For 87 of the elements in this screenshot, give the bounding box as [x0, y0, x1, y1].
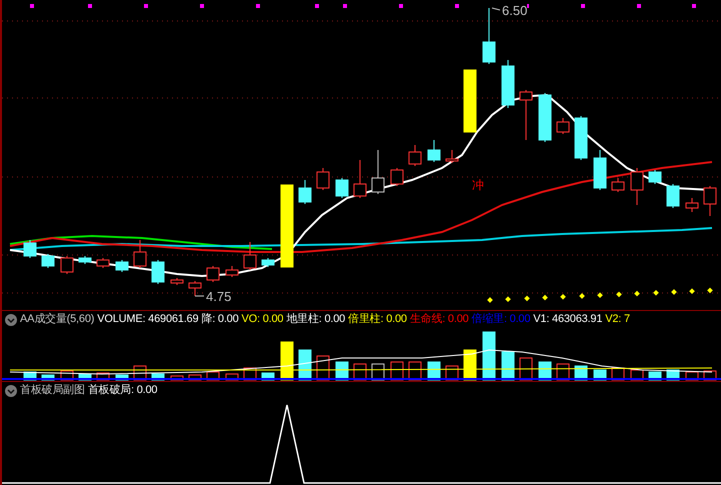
- legend-value: 降: 0.00: [201, 312, 239, 328]
- candle: [316, 168, 330, 190]
- candle: [648, 170, 662, 184]
- candle: [556, 118, 570, 134]
- candle: [390, 168, 404, 186]
- signal-diamond: [524, 296, 530, 302]
- panel-title: AA成交量(5,60): [20, 312, 94, 328]
- legend-value: 生命线: 0.00: [410, 312, 469, 328]
- legend-value: VOLUME: 469061.69: [97, 312, 198, 328]
- candle: [428, 140, 440, 162]
- panel-title: 首板破局副图: [20, 383, 85, 398]
- candle: [686, 198, 698, 212]
- legend-value: 地里柱: 0.00: [286, 312, 346, 328]
- marker-square: [399, 4, 403, 8]
- signal-diamond: [634, 290, 640, 296]
- marker-square: [88, 4, 92, 8]
- candle: [520, 90, 532, 140]
- volume-bar: [42, 374, 54, 380]
- candle: [612, 178, 624, 192]
- signal-diamond: [542, 294, 548, 300]
- marker-square: [343, 4, 347, 8]
- candle: [262, 258, 274, 268]
- candle: [464, 70, 476, 132]
- candle: [336, 178, 348, 198]
- candle: [206, 266, 220, 282]
- marker-square: [144, 4, 148, 8]
- signal-diamond: [487, 297, 493, 303]
- marker-square: [455, 4, 459, 8]
- candle: [134, 240, 146, 268]
- candle: [704, 186, 716, 216]
- candle: [170, 278, 184, 286]
- candle: [354, 160, 366, 198]
- legend-value: V2: 7: [605, 312, 630, 328]
- signal-diamond: [653, 290, 659, 296]
- marker-square: [30, 4, 34, 8]
- marker-square: [581, 4, 585, 8]
- candle: [502, 60, 514, 108]
- collapse-toggle-icon[interactable]: [5, 314, 17, 326]
- candle: [538, 92, 552, 142]
- candle: [446, 150, 458, 164]
- signal-diamond: [505, 296, 511, 302]
- candle: [116, 260, 128, 272]
- low-price-label: 4.75: [206, 290, 232, 303]
- legend-value: V1: 463063.91: [533, 312, 602, 328]
- candle: [408, 144, 422, 166]
- candle: [96, 258, 110, 268]
- candle: [24, 240, 36, 258]
- signal-diamond: [616, 292, 622, 298]
- candle: [152, 260, 164, 284]
- legend-value: 首板破局: 0.00: [88, 383, 158, 398]
- marker-square: [256, 4, 260, 8]
- volume-bar: [116, 374, 128, 380]
- volume-bar: [170, 376, 184, 380]
- candle: [78, 256, 92, 264]
- candle: [226, 266, 238, 278]
- legend-value: VO: 0.00: [242, 312, 284, 328]
- volume-bar: [502, 352, 514, 380]
- candle: [60, 256, 74, 274]
- marker-square: [637, 4, 641, 8]
- marker-square: [692, 4, 696, 8]
- candle: [42, 254, 54, 268]
- candle: [244, 242, 256, 270]
- marker-square: [200, 4, 204, 8]
- signal-diamond: [579, 293, 585, 299]
- signal-diamond: [671, 289, 677, 295]
- candle: [594, 150, 606, 190]
- signal-diamond: [597, 292, 603, 298]
- signal-diamond: [560, 294, 566, 300]
- high-price-label: 6.50: [502, 4, 528, 17]
- candle: [372, 150, 384, 194]
- candle: [630, 168, 644, 206]
- collapse-toggle-icon[interactable]: [5, 384, 17, 396]
- legend-value: 倍里柱: 0.00: [348, 312, 407, 328]
- volume-bar: [280, 342, 294, 380]
- leader-line: [492, 8, 500, 10]
- candle: [574, 116, 588, 160]
- candle: [298, 180, 312, 204]
- candle: [188, 280, 202, 296]
- signal-label: 冲: [472, 179, 484, 191]
- signal-diamond: [689, 288, 695, 294]
- volume-bar: [482, 332, 496, 380]
- candle: [482, 8, 496, 64]
- volume-bar: [188, 374, 202, 380]
- signal-diamond: [707, 288, 713, 294]
- marker-square: [315, 4, 319, 8]
- candle: [666, 184, 680, 208]
- legend-value: 倍缩里: 0.00: [472, 312, 530, 328]
